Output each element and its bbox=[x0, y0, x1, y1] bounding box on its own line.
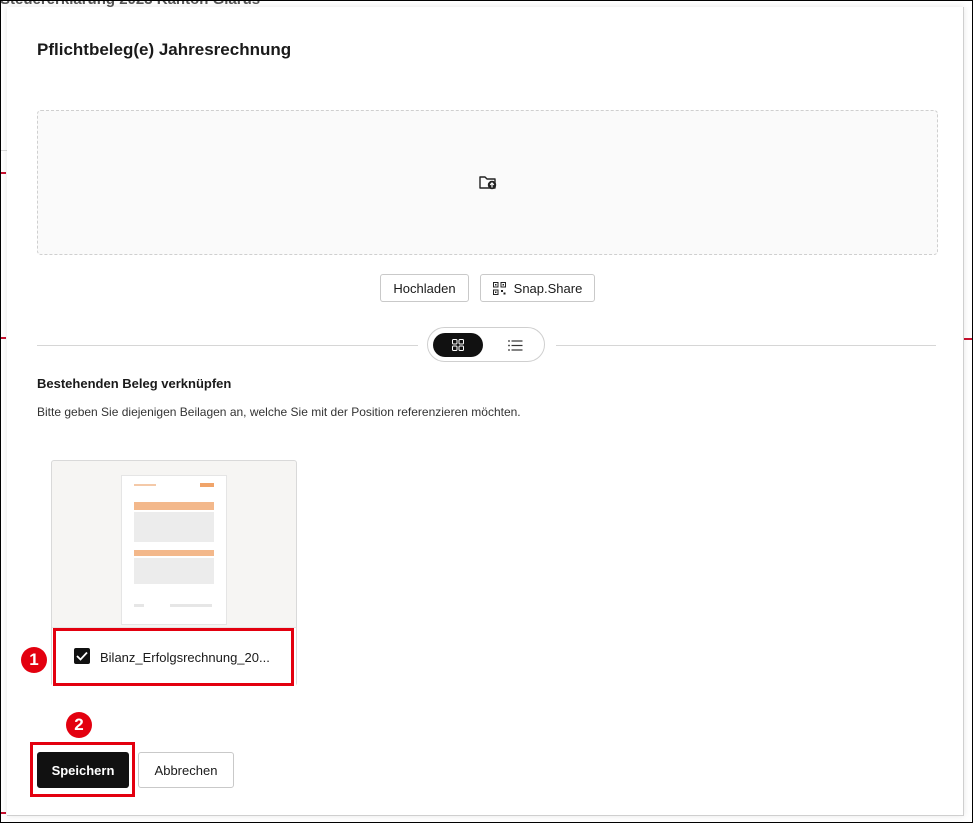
annotation-badge: 2 bbox=[66, 712, 92, 738]
folder-upload-icon bbox=[479, 176, 497, 190]
list-view-button[interactable] bbox=[490, 333, 540, 357]
upload-dropzone[interactable] bbox=[37, 110, 938, 255]
cancel-button-label: Abbrechen bbox=[154, 762, 218, 778]
cancel-button[interactable]: Abbrechen bbox=[138, 752, 234, 788]
document-thumbnail bbox=[121, 475, 227, 625]
annotation-highlight-document bbox=[53, 628, 294, 686]
snapshare-button-label: Snap.Share bbox=[513, 280, 583, 296]
background-accent bbox=[964, 338, 973, 340]
section-description: Bitte geben Sie diejenigen Beilagen an, … bbox=[37, 405, 521, 419]
background-accent bbox=[0, 812, 6, 814]
dialog-title: Pflichtbeleg(e) Jahresrechnung bbox=[37, 40, 292, 59]
view-toggle bbox=[427, 327, 545, 362]
section-title: Bestehenden Beleg verknüpfen bbox=[37, 376, 232, 391]
grid-view-button[interactable] bbox=[433, 333, 483, 357]
snapshare-button[interactable]: Snap.Share bbox=[480, 274, 595, 302]
upload-button[interactable]: Hochladen bbox=[380, 274, 469, 302]
list-icon bbox=[507, 339, 522, 351]
background-accent bbox=[0, 337, 6, 339]
annotation-badge: 1 bbox=[21, 647, 47, 673]
grid-icon bbox=[452, 339, 464, 351]
background-accent bbox=[0, 172, 6, 174]
divider bbox=[556, 345, 936, 346]
annotation-highlight-save bbox=[30, 742, 135, 797]
qr-code-icon bbox=[492, 281, 506, 295]
divider bbox=[37, 345, 418, 346]
upload-button-label: Hochladen bbox=[393, 280, 456, 296]
background-divider bbox=[0, 150, 7, 151]
